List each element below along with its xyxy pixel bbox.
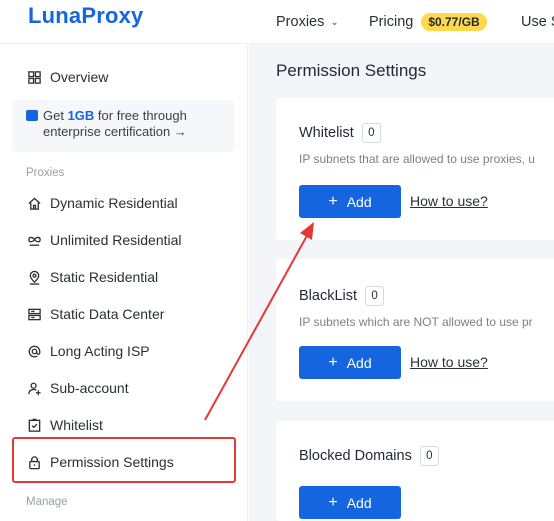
- grid-icon: [26, 69, 42, 85]
- home-icon: [26, 195, 42, 211]
- sidebar-item-label: Overview: [50, 69, 109, 85]
- top-header: LunaProxy Proxies ⌄ Pricing $0.77/GB Use…: [0, 0, 554, 44]
- blacklist-card: BlackList 0 IP subnets which are NOT all…: [276, 259, 554, 401]
- sidebar-item-unlimited-residential[interactable]: Unlimited Residential: [26, 228, 182, 252]
- blacklist-description: IP subnets which are NOT allowed to use …: [299, 315, 533, 329]
- promo-prefix: Get: [43, 108, 68, 123]
- whitelist-add-button[interactable]: + Add: [299, 185, 401, 218]
- server-icon: [26, 306, 42, 322]
- nav-pricing[interactable]: Pricing $0.77/GB: [369, 0, 487, 44]
- card-title: BlackList 0: [299, 286, 385, 306]
- blacklist-title: BlackList: [299, 288, 358, 304]
- whitelist-card: Whitelist 0 IP subnets that are allowed …: [276, 98, 554, 240]
- add-label: Add: [346, 193, 372, 210]
- blacklist-add-button[interactable]: + Add: [299, 346, 401, 379]
- nav-pricing-label: Pricing: [369, 14, 414, 30]
- annotation-highlight-box: [12, 437, 236, 483]
- chevron-down-icon: ⌄: [330, 16, 339, 28]
- plus-icon: +: [328, 493, 338, 511]
- blocked-domains-add-button[interactable]: + Add: [299, 486, 401, 519]
- blocked-domains-count-badge: 0: [419, 446, 439, 466]
- sidebar-item-overview[interactable]: Overview: [26, 65, 108, 89]
- logo[interactable]: LunaProxy: [28, 3, 144, 29]
- main-content: Permission Settings Whitelist 0 IP subne…: [249, 44, 554, 521]
- page-title: Permission Settings: [276, 61, 427, 80]
- sidebar-item-whitelist[interactable]: Whitelist: [26, 413, 103, 437]
- whitelist-description: IP subnets that are allowed to use proxi…: [299, 152, 535, 166]
- blocked-domains-card: Blocked Domains 0 + Add: [276, 421, 554, 521]
- at-sign-icon: [26, 343, 42, 359]
- promo-suffix: for free through: [94, 108, 187, 123]
- clipboard-check-icon: [26, 417, 42, 433]
- section-label-proxies: Proxies: [26, 167, 65, 179]
- plus-icon: +: [328, 353, 338, 371]
- sidebar-item-sub-account[interactable]: Sub-account: [26, 376, 129, 400]
- infinity-icon: [26, 232, 42, 248]
- nav-proxies-label: Proxies: [276, 14, 325, 30]
- whitelist-how-to-use-link[interactable]: How to use?: [410, 193, 488, 209]
- sidebar-item-label: Dynamic Residential: [50, 195, 178, 211]
- nav-proxies[interactable]: Proxies ⌄: [276, 0, 339, 44]
- whitelist-title: Whitelist: [299, 125, 354, 141]
- sidebar-item-label: Static Data Center: [50, 306, 165, 322]
- blocked-domains-title: Blocked Domains: [299, 448, 412, 464]
- card-title: Blocked Domains 0: [299, 446, 439, 466]
- sidebar-item-label: Sub-account: [50, 380, 129, 396]
- add-label: Add: [346, 494, 372, 511]
- sidebar-item-static-residential[interactable]: Static Residential: [26, 265, 158, 289]
- sidebar-item-label: Long Acting ISP: [50, 343, 150, 359]
- sidebar-item-label: Whitelist: [50, 417, 103, 433]
- add-label: Add: [346, 354, 372, 371]
- sidebar-item-long-acting-isp[interactable]: Long Acting ISP: [26, 339, 150, 363]
- card-title: Whitelist 0: [299, 123, 381, 143]
- nav-use-cases[interactable]: Use S: [521, 0, 554, 44]
- sidebar-item-dynamic-residential[interactable]: Dynamic Residential: [26, 191, 178, 215]
- section-label-manage: Manage: [26, 496, 68, 508]
- sidebar-item-label: Static Residential: [50, 269, 159, 285]
- promo-highlight: 1GB: [67, 108, 95, 123]
- user-add-icon: [26, 380, 42, 396]
- price-badge: $0.77/GB: [421, 13, 487, 31]
- promo-line2: enterprise certification →: [43, 124, 187, 139]
- nav-use-label: Use S: [521, 14, 554, 30]
- location-pin-icon: [26, 269, 42, 285]
- gift-icon: [26, 110, 38, 121]
- blacklist-how-to-use-link[interactable]: How to use?: [410, 354, 488, 370]
- sidebar-item-static-data-center[interactable]: Static Data Center: [26, 302, 164, 326]
- promo-banner[interactable]: Get 1GB for free through enterprise cert…: [12, 100, 234, 152]
- plus-icon: +: [328, 192, 338, 210]
- blacklist-count-badge: 0: [365, 286, 385, 306]
- whitelist-count-badge: 0: [361, 123, 381, 143]
- sidebar-item-label: Unlimited Residential: [50, 232, 182, 248]
